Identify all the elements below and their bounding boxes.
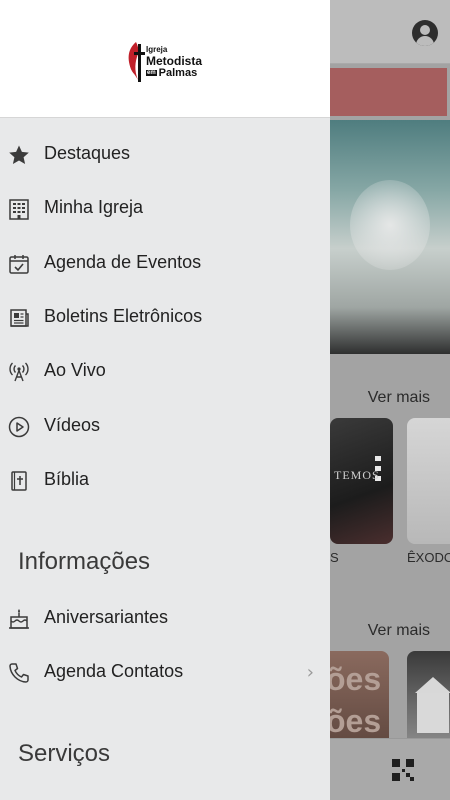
menu-label: Agenda de Eventos (44, 252, 202, 272)
menu-item-agenda-eventos[interactable]: Agenda de Eventos (0, 239, 330, 289)
card-caption: ÊXODO (407, 550, 450, 565)
menu-item-minha-igreja[interactable]: Minha Igreja (0, 184, 330, 234)
video-card[interactable] (407, 418, 450, 544)
card-text: ões (326, 661, 382, 697)
logo-text-prefix: em (146, 70, 157, 77)
menu-item-ao-vivo[interactable]: Ao Vivo (0, 347, 330, 397)
ver-mais-link-1[interactable]: Ver mais (368, 389, 430, 407)
card-text: ões (326, 703, 382, 739)
navigation-drawer: Igreja Metodista em Palmas Destaques Minh… (0, 0, 330, 800)
account-circle-icon[interactable] (412, 20, 438, 46)
menu-label: Bíblia (44, 469, 90, 489)
menu-item-boletins[interactable]: Boletins Eletrônicos (0, 293, 330, 343)
menu-item-videos[interactable]: Vídeos (0, 402, 330, 452)
ver-mais-link-2[interactable]: Ver mais (368, 622, 430, 640)
section-header-informacoes: Informações (18, 548, 151, 575)
menu-item-biblia[interactable]: Bíblia (0, 456, 330, 506)
calendar-check-icon (9, 255, 29, 274)
star-icon (9, 145, 29, 164)
menu-item-aniversariantes[interactable]: Aniversariantes (0, 594, 330, 644)
menu-item-destaques[interactable]: Destaques (0, 130, 330, 180)
menu-label: Aniversariantes (44, 607, 169, 627)
bottom-bar (330, 738, 450, 800)
menu-label: Boletins Eletrônicos (44, 306, 203, 326)
logo-text-line3: Palmas (158, 67, 198, 79)
broadcast-icon (9, 362, 29, 382)
church-logo: Igreja Metodista em Palmas (126, 40, 203, 86)
section-header-servicos: Serviços (18, 740, 111, 767)
menu-label: Ao Vivo (44, 360, 106, 380)
qr-code-icon[interactable] (392, 759, 414, 781)
bible-icon (11, 471, 27, 491)
card-title: TEMOS (334, 468, 380, 482)
logo-text-line1: Igreja (146, 45, 168, 54)
menu-item-agenda-contatos[interactable]: Agenda Contatos › (0, 648, 330, 698)
content-card[interactable]: ões ões (320, 651, 389, 751)
cake-icon (9, 609, 29, 629)
promo-banner[interactable] (330, 68, 447, 116)
logo-text-line2: Metodista (146, 54, 203, 68)
menu-label: Destaques (44, 143, 131, 163)
newspaper-icon (10, 309, 29, 327)
drawer-header: Igreja Metodista em Palmas (0, 0, 330, 118)
phone-icon (9, 663, 29, 683)
hero-image[interactable] (330, 120, 450, 354)
menu-label: Agenda Contatos (44, 661, 184, 681)
menu-label: Minha Igreja (44, 197, 144, 217)
chevron-right-icon: › (306, 662, 314, 683)
building-icon (9, 199, 29, 220)
menu-label: Vídeos (44, 415, 101, 435)
video-card[interactable]: TEMOS (330, 418, 393, 544)
content-card[interactable] (407, 651, 450, 751)
card-caption: S (330, 550, 339, 565)
play-circle-icon (8, 416, 30, 438)
